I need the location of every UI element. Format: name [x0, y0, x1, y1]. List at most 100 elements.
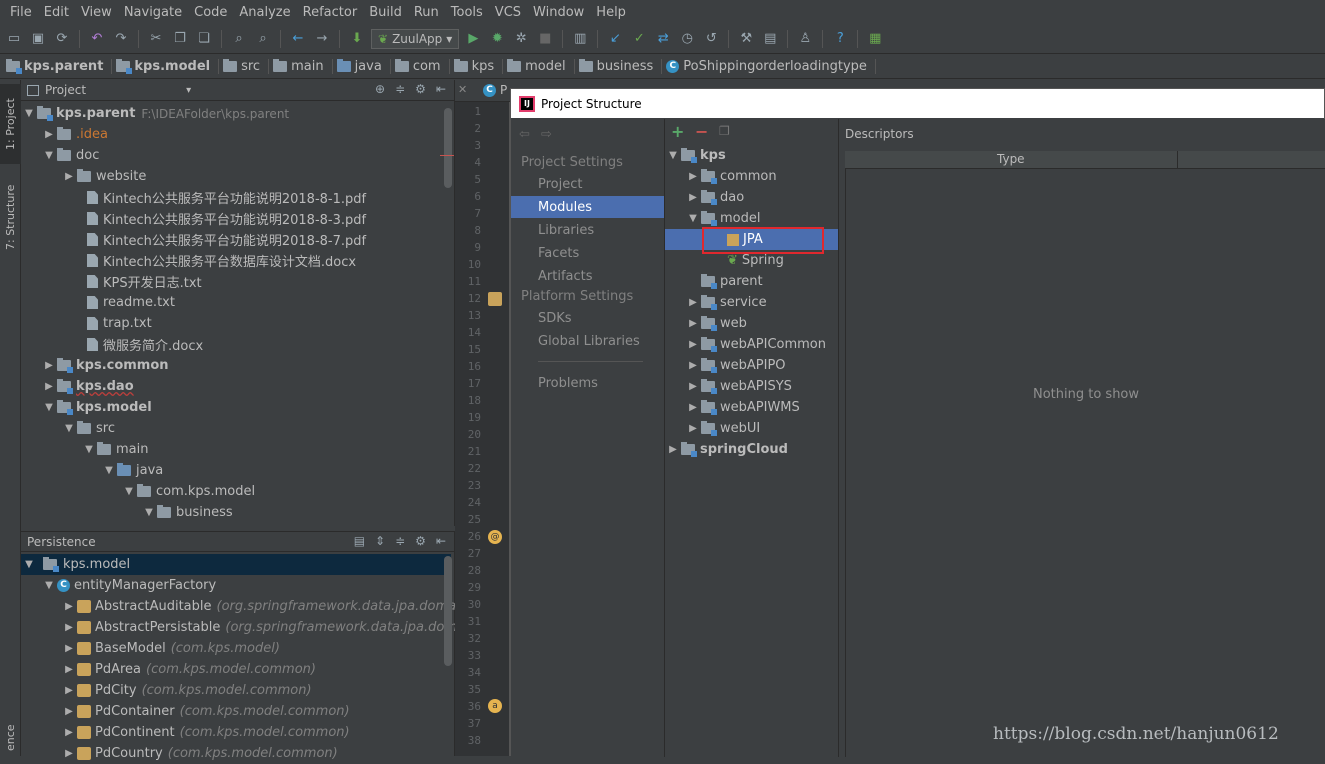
attach-icon[interactable]: ▥	[570, 29, 590, 49]
module-root[interactable]: ▼ kps	[665, 145, 726, 166]
menu-analyze[interactable]: Analyze	[233, 5, 296, 20]
paste-icon[interactable]: ❏	[194, 29, 214, 49]
copy-icon[interactable]: ❐	[170, 29, 190, 49]
collapse-arrow-icon[interactable]: ▶	[685, 192, 701, 203]
forward-icon[interactable]: →	[312, 29, 332, 49]
collapse-arrow-icon[interactable]: ▶	[41, 381, 57, 392]
menu-edit[interactable]: Edit	[38, 5, 75, 20]
module-item[interactable]: ▶ webAPIPO	[685, 355, 786, 376]
help-icon[interactable]: ?	[830, 29, 850, 49]
menu-run[interactable]: Run	[408, 5, 445, 20]
redo-icon[interactable]: ↷	[111, 29, 131, 49]
type-column-header[interactable]: Type	[997, 152, 1025, 166]
collapse-arrow-icon[interactable]: ▶	[685, 402, 701, 413]
vcs-commit-icon[interactable]: ✓	[629, 29, 649, 49]
remove-icon[interactable]: −	[695, 122, 708, 141]
expand-arrow-icon[interactable]: ▼	[21, 108, 37, 119]
console-icon[interactable]: ▤	[354, 534, 365, 548]
expand-arrow-icon[interactable]: ▼	[41, 580, 57, 591]
nav-artifacts[interactable]: Artifacts	[511, 265, 664, 287]
tab-persistence[interactable]: ence	[0, 720, 21, 756]
module-item[interactable]: ▶ webAPICommon	[685, 334, 826, 355]
menu-vcs[interactable]: VCS	[489, 5, 527, 20]
tree-item[interactable]: ▼ doc	[41, 145, 99, 166]
module-item[interactable]: ▶ common	[685, 166, 777, 187]
run-configuration-select[interactable]: ❦ ZuulApp ▾	[371, 28, 460, 49]
tree-item[interactable]: trap.txt	[87, 313, 152, 334]
expand-arrow-icon[interactable]: ▼	[665, 150, 681, 161]
nav-libraries[interactable]: Libraries	[511, 219, 664, 241]
tree-item[interactable]: 微服务简介.docx	[87, 334, 203, 355]
breadcrumb-item[interactable]: kps.model	[116, 59, 220, 74]
forward-icon[interactable]: ⇨	[541, 127, 552, 142]
collapse-arrow-icon[interactable]: ▶	[685, 339, 701, 350]
vcs-revert-icon[interactable]: ↺	[701, 29, 721, 49]
menu-window[interactable]: Window	[527, 5, 590, 20]
collapse-arrow-icon[interactable]: ▶	[685, 423, 701, 434]
vcs-update-icon[interactable]: ↙	[605, 29, 625, 49]
dialog-title-bar[interactable]: IJ Project Structure	[511, 89, 1324, 118]
tree-item[interactable]: ▶ website	[61, 166, 146, 187]
menu-file[interactable]: File	[4, 5, 38, 20]
plugin-icon[interactable]: ▦	[865, 29, 885, 49]
collapse-arrow-icon[interactable]: ▶	[61, 748, 77, 759]
collapse-arrow-icon[interactable]: ▶	[41, 360, 57, 371]
debug-icon[interactable]: ✹	[487, 29, 507, 49]
tree-item[interactable]: ▼ business	[141, 502, 233, 523]
tree-item[interactable]: ▼ com.kps.model	[121, 481, 255, 502]
module-item[interactable]: parent	[701, 271, 763, 292]
menu-help[interactable]: Help	[590, 5, 632, 20]
add-icon[interactable]: +	[671, 122, 684, 141]
collapse-arrow-icon[interactable]: ▶	[61, 727, 77, 738]
entity-row[interactable]: ▶ BaseModel (com.kps.model)	[61, 638, 280, 659]
nav-sdks[interactable]: SDKs	[511, 307, 664, 329]
menu-navigate[interactable]: Navigate	[118, 5, 188, 20]
undo-icon[interactable]: ↶	[87, 29, 107, 49]
vcs-compare-icon[interactable]: ⇄	[653, 29, 673, 49]
module-item[interactable]: ▶ dao	[685, 187, 744, 208]
collapse-icon[interactable]: ≑	[395, 82, 405, 96]
expand-arrow-icon[interactable]: ▼	[41, 150, 57, 161]
tree-item[interactable]: ▶ .idea	[41, 124, 108, 145]
expand-arrow-icon[interactable]: ▼	[21, 559, 37, 570]
vcs-history-icon[interactable]: ◷	[677, 29, 697, 49]
breadcrumb-item[interactable]: business	[578, 59, 663, 74]
expand-arrow-icon[interactable]: ▼	[101, 465, 117, 476]
entity-row[interactable]: ▶ AbstractPersistable (org.springframework…	[61, 617, 482, 638]
collapse-arrow-icon[interactable]: ▶	[685, 171, 701, 182]
expand-arrow-icon[interactable]: ▼	[61, 423, 77, 434]
entity-row[interactable]: ▶ PdArea (com.kps.model.common)	[61, 659, 316, 680]
tree-item[interactable]: Kintech公共服务平台功能说明2018-8-3.pdf	[87, 208, 366, 229]
entity-row[interactable]: ▶ PdContinent (com.kps.model.common)	[61, 722, 349, 743]
sync-icon[interactable]: ⟳	[52, 29, 72, 49]
close-icon[interactable]: ✕	[458, 83, 467, 96]
collapse-arrow-icon[interactable]: ▶	[685, 381, 701, 392]
tree-item[interactable]: Kintech公共服务平台功能说明2018-8-7.pdf	[87, 229, 366, 250]
entity-row[interactable]: ▶ AbstractAuditable (org.springframework.d…	[61, 596, 473, 617]
module-item[interactable]: ▶ service	[685, 292, 767, 313]
expand-arrow-icon[interactable]: ▼	[81, 444, 97, 455]
locate-icon[interactable]: ⊕	[375, 82, 385, 96]
collapse-arrow-icon[interactable]: ▶	[61, 685, 77, 696]
collapse-arrow-icon[interactable]: ▶	[61, 706, 77, 717]
collapse-arrow-icon[interactable]: ▶	[61, 171, 77, 182]
nav-modules[interactable]: Modules	[511, 196, 664, 218]
tree-item[interactable]: ▼ src	[61, 418, 115, 439]
tree-root[interactable]: ▼ kps.parent F:\IDEAFolder\kps.parent	[21, 103, 445, 124]
menu-code[interactable]: Code	[188, 5, 233, 20]
nav-problems[interactable]: Problems	[511, 372, 664, 394]
cut-icon[interactable]: ✂	[146, 29, 166, 49]
gear-icon[interactable]: ⚙	[415, 534, 426, 548]
sdk-icon[interactable]: ♙	[795, 29, 815, 49]
expand-arrow-icon[interactable]: ▼	[41, 402, 57, 413]
coverage-icon[interactable]: ✲	[511, 29, 531, 49]
menu-view[interactable]: View	[75, 5, 118, 20]
annotation-icon[interactable]: a	[488, 699, 502, 713]
tree-item[interactable]: Kintech公共服务平台数据库设计文档.docx	[87, 250, 356, 271]
entity-manager-factory[interactable]: ▼ CentityManagerFactory	[41, 575, 216, 596]
persistence-root[interactable]: ▼ kps.model	[21, 554, 451, 575]
entity-row[interactable]: ▶ PdContainer (com.kps.model.common)	[61, 701, 349, 722]
breadcrumb-item[interactable]: com	[394, 59, 450, 74]
collapse-arrow-icon[interactable]: ▶	[685, 318, 701, 329]
project-scrollbar[interactable]	[444, 108, 452, 188]
